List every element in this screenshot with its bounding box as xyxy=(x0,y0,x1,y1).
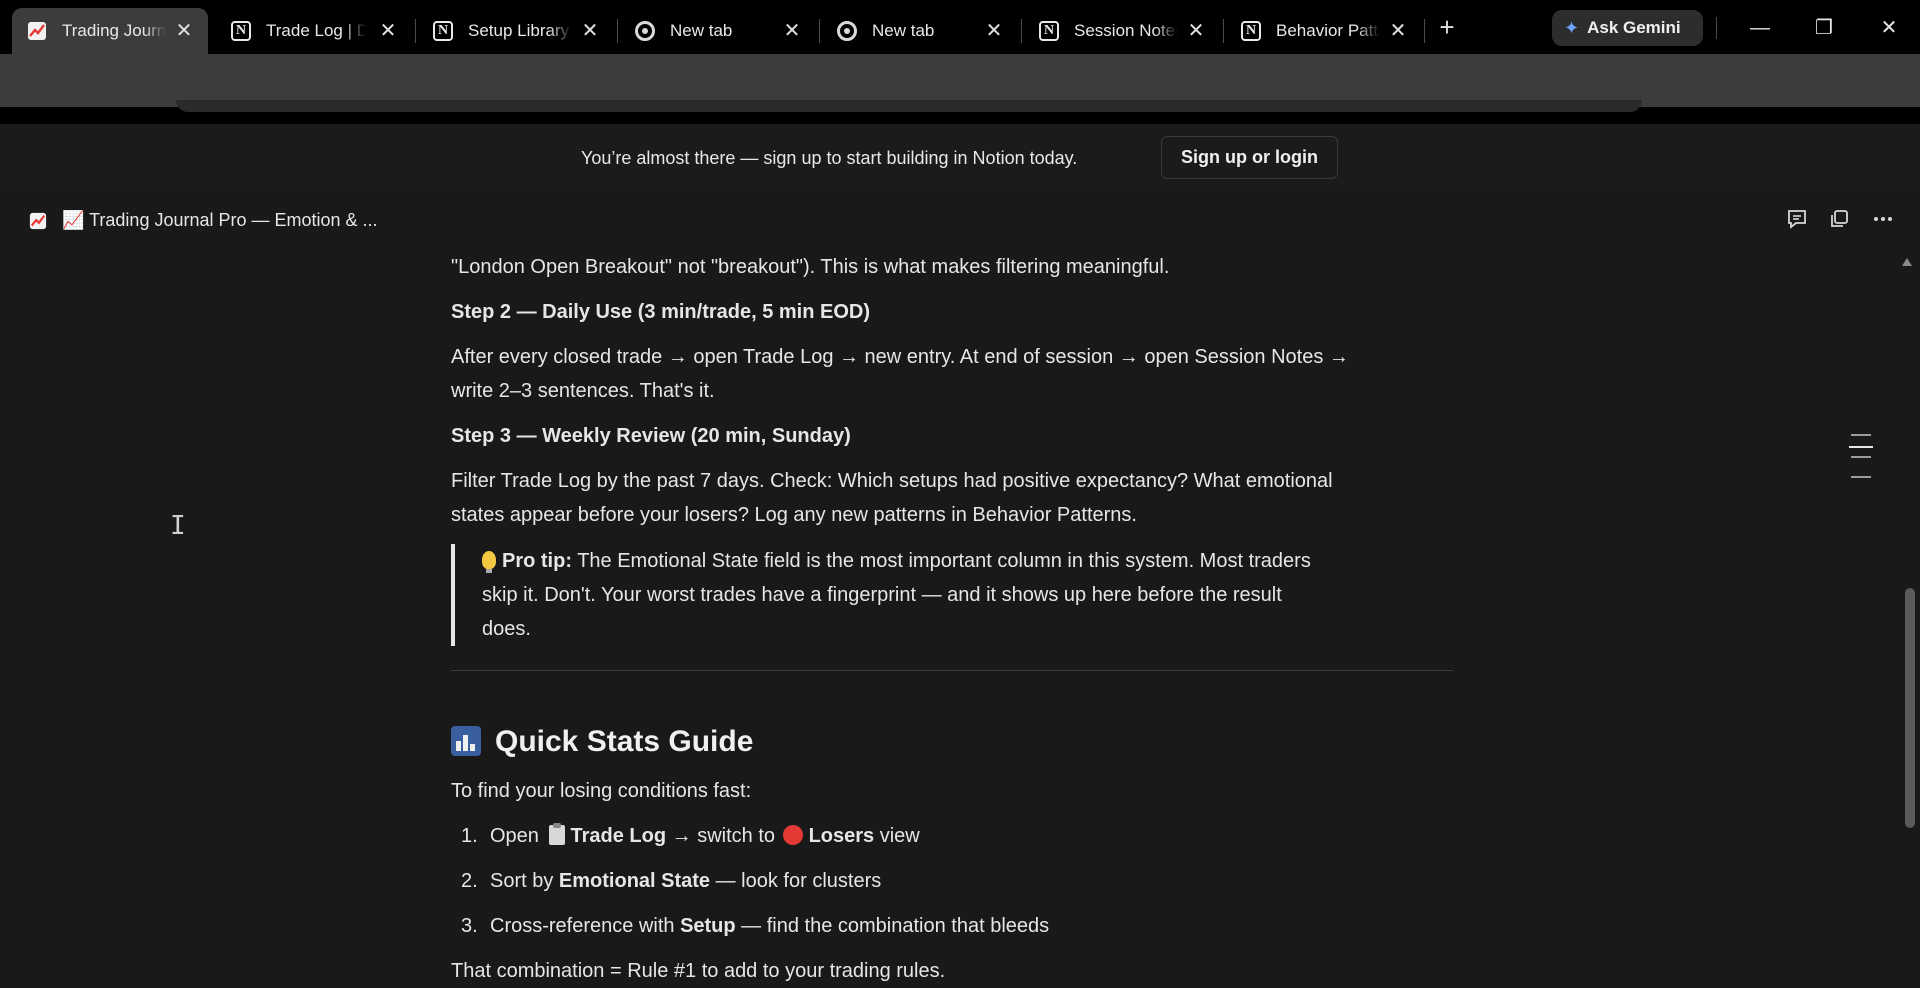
list-item: Open Trade Log → switch to Losers view xyxy=(490,819,920,853)
tab-title: New tab xyxy=(670,21,733,40)
tab-separator xyxy=(415,19,416,43)
section-heading: Quick Stats Guide xyxy=(451,722,753,762)
list-text: → switch to xyxy=(666,825,775,847)
chart-up-icon xyxy=(26,20,48,42)
notion-icon: N xyxy=(230,20,252,42)
chrome-icon xyxy=(836,20,858,42)
sparkle-icon: ✦ xyxy=(1564,17,1580,38)
duplicate-icon[interactable] xyxy=(1826,208,1852,234)
pro-tip-text: The Emotional State field is the most im… xyxy=(572,550,1311,572)
red-circle-icon xyxy=(782,825,803,845)
close-tab-icon[interactable]: ✕ xyxy=(1386,19,1410,43)
divider xyxy=(451,670,1453,671)
list-text: Sort by xyxy=(490,870,559,892)
paragraph: After every closed trade → open Trade Lo… xyxy=(451,346,1349,368)
tab-trading-journal[interactable]: Trading Journal Pro ✕ xyxy=(12,8,208,54)
tab-title: New tab xyxy=(872,21,935,40)
address-bar-area xyxy=(176,100,1642,112)
new-tab-button[interactable]: + xyxy=(1432,12,1462,42)
restore-button[interactable]: ❐ xyxy=(1804,8,1844,48)
tab-title: Trading Journal Pro xyxy=(62,21,166,40)
list-text: — look for clusters xyxy=(710,870,882,892)
tab-behavior-patterns[interactable]: N Behavior Patterns ✕ xyxy=(1226,8,1422,54)
signup-login-button[interactable]: Sign up or login xyxy=(1161,136,1338,179)
list-number: 3. xyxy=(461,915,478,937)
tab-separator xyxy=(1424,19,1425,43)
tab-new-tab-1[interactable]: New tab ✕ xyxy=(620,8,816,54)
tab-title: Behavior Patterns xyxy=(1276,21,1380,40)
minimize-button[interactable]: — xyxy=(1740,8,1780,48)
scroll-up-arrow-icon[interactable] xyxy=(1902,258,1912,266)
bar-chart-icon xyxy=(451,726,481,756)
list-text: — find the combination that bleeds xyxy=(735,915,1050,937)
tab-trade-log[interactable]: N Trade Log | Database ✕ xyxy=(216,8,412,54)
close-tab-icon[interactable]: ✕ xyxy=(578,19,602,43)
list-text: Cross-reference with xyxy=(490,915,681,937)
tab-session-notes[interactable]: N Session Notes ✕ xyxy=(1024,8,1220,54)
table-of-contents-icon[interactable] xyxy=(1849,434,1873,478)
pro-tip-label: Pro tip: xyxy=(502,550,572,572)
paragraph: write 2–3 sentences. That's it. xyxy=(451,380,715,402)
paragraph: That combination = Rule #1 to add to you… xyxy=(451,960,946,982)
setup-label: Setup xyxy=(680,915,736,937)
browser-tab-strip: Trading Journal Pro ✕ N Trade Log | Data… xyxy=(0,0,1920,54)
list-number: 1. xyxy=(461,825,478,847)
ask-gemini-button[interactable]: ✦ Ask Gemini xyxy=(1552,10,1703,46)
tab-setup-library[interactable]: N Setup Library ✕ xyxy=(418,8,614,54)
page-header: 📈 Trading Journal Pro — Emotion & ... xyxy=(0,190,1920,250)
tab-new-tab-2[interactable]: New tab ✕ xyxy=(822,8,1018,54)
close-window-button[interactable]: ✕ xyxy=(1869,8,1909,48)
paragraph: To find your losing conditions fast: xyxy=(451,780,752,802)
lightbulb-icon xyxy=(482,551,496,573)
text-cursor-icon: I xyxy=(170,511,186,541)
tab-title: Session Notes xyxy=(1074,21,1178,40)
ask-gemini-label: Ask Gemini xyxy=(1587,18,1681,37)
tab-separator xyxy=(617,19,618,43)
section-heading-text: Quick Stats Guide xyxy=(495,725,754,758)
clipboard-icon xyxy=(548,823,565,845)
paragraph: Filter Trade Log by the past 7 days. Che… xyxy=(451,470,1333,492)
toolbar-divider xyxy=(1716,17,1717,39)
paragraph: states appear before your losers? Log an… xyxy=(451,504,1137,526)
breadcrumb-page-title[interactable]: 📈 Trading Journal Pro — Emotion & ... xyxy=(62,210,378,231)
scrollbar-thumb[interactable] xyxy=(1905,588,1915,828)
notion-icon: N xyxy=(1240,20,1262,42)
step3-heading: Step 3 — Weekly Review (20 min, Sunday) xyxy=(451,425,851,447)
notion-icon: N xyxy=(1038,20,1060,42)
list-text: Open xyxy=(490,825,539,847)
pro-tip-text: skip it. Don't. Your worst trades have a… xyxy=(482,584,1282,606)
banner-text: You’re almost there — sign up to start b… xyxy=(581,148,1078,168)
close-tab-icon[interactable]: ✕ xyxy=(172,19,196,43)
emotional-state-label: Emotional State xyxy=(558,870,711,892)
step2-heading: Step 2 — Daily Use (3 min/trade, 5 min E… xyxy=(451,301,871,323)
chrome-icon xyxy=(634,20,656,42)
signup-banner: You’re almost there — sign up to start b… xyxy=(0,124,1920,190)
comments-icon[interactable] xyxy=(1784,208,1810,234)
losers-view-label: Losers xyxy=(808,825,875,847)
tab-title: Setup Library xyxy=(468,21,570,40)
close-tab-icon[interactable]: ✕ xyxy=(1184,19,1208,43)
tab-separator xyxy=(819,19,820,43)
paragraph: "London Open Breakout" not "breakout"). … xyxy=(451,256,1170,278)
list-item: Sort by Emotional State — look for clust… xyxy=(490,864,881,898)
notion-icon: N xyxy=(432,20,454,42)
close-tab-icon[interactable]: ✕ xyxy=(982,19,1006,43)
tab-separator xyxy=(1021,19,1022,43)
list-item: Cross-reference with Setup — find the co… xyxy=(490,909,1049,943)
tab-separator xyxy=(1223,19,1224,43)
tab-title: Trade Log | Database xyxy=(266,21,366,40)
list-number: 2. xyxy=(461,870,478,892)
list-text: view xyxy=(874,825,920,847)
close-tab-icon[interactable]: ✕ xyxy=(780,19,804,43)
pro-tip-text: does. xyxy=(482,618,531,640)
more-options-icon[interactable] xyxy=(1870,208,1896,234)
chart-up-icon xyxy=(29,212,47,230)
close-tab-icon[interactable]: ✕ xyxy=(376,19,400,43)
trade-log-link[interactable]: Trade Log xyxy=(571,825,667,847)
pro-tip-quote: Pro tip: The Emotional State field is th… xyxy=(451,544,1411,646)
